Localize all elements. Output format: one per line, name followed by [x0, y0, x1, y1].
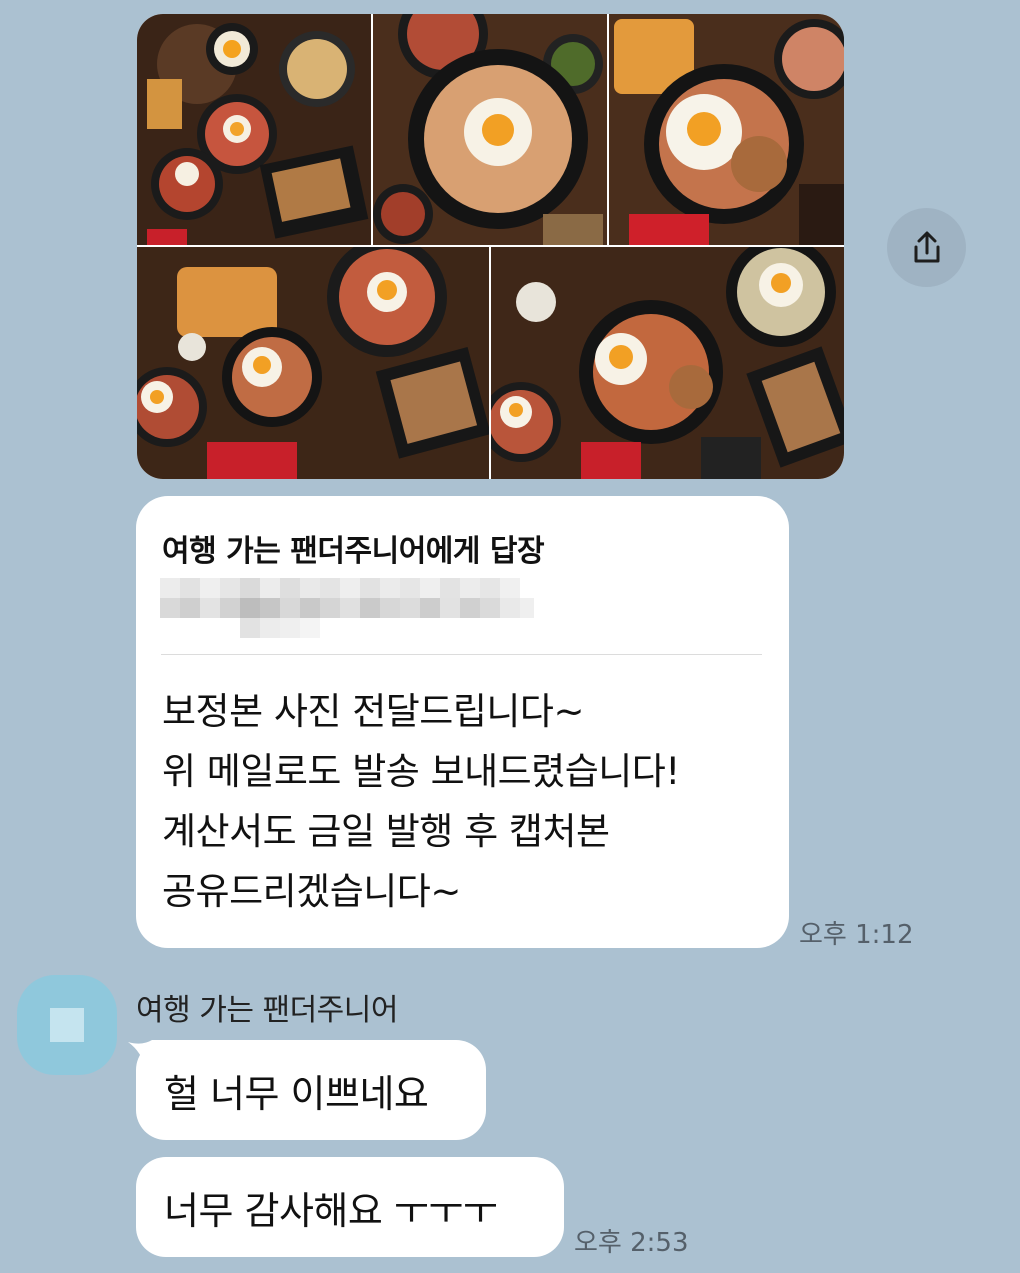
- reply-message-bubble[interactable]: 여행 가는 팬더주니어에게 답장 보정본 사진 전달드립니다~ 위 메일로도 발…: [136, 496, 789, 948]
- message-text: 헐 너무 이쁘네요: [164, 1071, 429, 1116]
- incoming-message-bubble[interactable]: 너무 감사해요 ㅜㅜㅜ: [136, 1157, 564, 1257]
- reply-message-text: 보정본 사진 전달드립니다~ 위 메일로도 발송 보내드렸습니다! 계산서도 금…: [162, 682, 680, 922]
- incoming-message-bubble[interactable]: 헐 너무 이쁘네요: [136, 1040, 486, 1140]
- food-photo-4[interactable]: [137, 247, 489, 479]
- share-button[interactable]: [887, 208, 966, 287]
- food-photo-5[interactable]: [491, 247, 844, 479]
- quoted-message-pixelated: [160, 578, 534, 638]
- message-text: 너무 감사해요 ㅜㅜㅜ: [164, 1188, 498, 1233]
- avatar-placeholder-icon: [50, 1008, 84, 1042]
- food-photo-1[interactable]: [137, 14, 371, 245]
- photo-album-grid[interactable]: [137, 14, 844, 479]
- reply-divider: [161, 654, 762, 655]
- food-photo-2[interactable]: [373, 14, 607, 245]
- reply-line: 보정본 사진 전달드립니다~: [162, 690, 584, 733]
- share-upload-icon: [914, 231, 939, 262]
- message-timestamp: 오후 1:12: [799, 920, 914, 950]
- avatar[interactable]: [17, 975, 117, 1075]
- food-photo-3[interactable]: [609, 14, 844, 245]
- reply-target-title: 여행 가는 팬더주니어에게 답장: [162, 534, 545, 569]
- reply-line: 계산서도 금일 발행 후 캡처본: [162, 810, 610, 853]
- reply-line: 위 메일로도 발송 보내드렸습니다!: [162, 750, 680, 793]
- sender-name: 여행 가는 팬더주니어: [136, 993, 398, 1028]
- message-timestamp: 오후 2:53: [574, 1228, 689, 1258]
- reply-line: 공유드리겠습니다~: [162, 870, 461, 913]
